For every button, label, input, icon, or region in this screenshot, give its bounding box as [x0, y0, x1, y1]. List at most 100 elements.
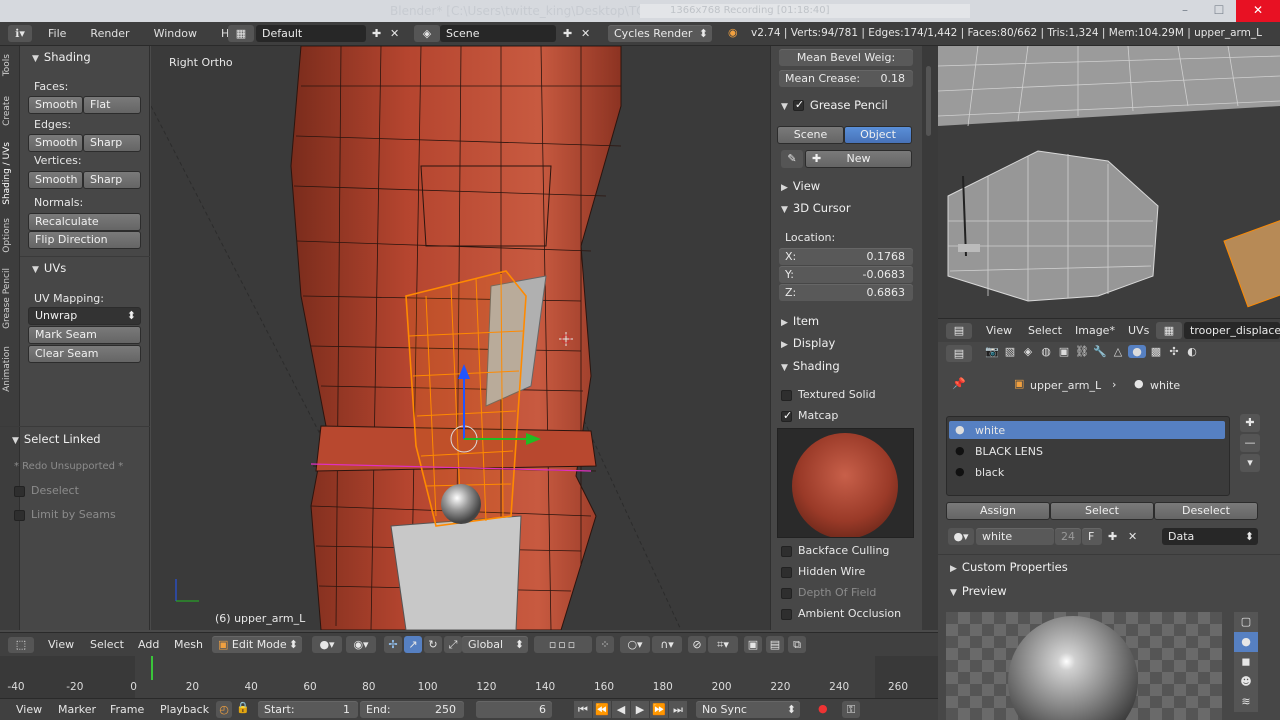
snap-element-icon[interactable]: ⌗▾	[708, 636, 738, 653]
jump-start-icon[interactable]: ⏮	[574, 701, 592, 718]
scene-tab-icon[interactable]: ◈	[1020, 345, 1036, 358]
edges-smooth-button[interactable]: Smooth	[28, 134, 83, 152]
depth-of-field-option[interactable]: Depth Of Field	[781, 586, 876, 599]
snap-toggle-icon[interactable]: ⊘	[688, 636, 706, 653]
start-frame-field[interactable]: Start: 1	[258, 701, 358, 718]
item-panel-header[interactable]: ▶ Item	[781, 314, 819, 328]
remove-scene-icon[interactable]: ✕	[581, 27, 590, 40]
vp-menu-mesh[interactable]: Mesh	[174, 638, 203, 651]
unlink-material-icon[interactable]: ✕	[1128, 530, 1137, 543]
shading-panel-header-n[interactable]: ▼ Shading	[781, 359, 840, 373]
viewport-editor-type-icon[interactable]: ⬚	[8, 637, 34, 653]
preview-range-icon[interactable]: ◴	[216, 701, 232, 718]
rotate-icon[interactable]: ↻	[424, 636, 442, 653]
limit-by-seams-option[interactable]: Limit by Seams	[14, 508, 116, 521]
gp-new-button[interactable]: ✚ New	[805, 150, 912, 168]
custom-properties-header[interactable]: ▶ Custom Properties	[950, 560, 1068, 574]
tab-options[interactable]: Options	[2, 218, 12, 253]
unwrap-menu-button[interactable]: Unwrap ⬍	[28, 307, 141, 325]
preview-cube-icon[interactable]: ◼	[1234, 652, 1258, 672]
screen-layout-icon[interactable]: ▦	[228, 25, 254, 42]
add-layout-icon[interactable]: ✚	[372, 27, 381, 40]
proportional-edit-icon[interactable]: ○▾	[620, 636, 650, 653]
pivot-icon[interactable]: ◉▾	[346, 636, 376, 653]
flip-direction-button[interactable]: Flip Direction	[28, 231, 141, 249]
copy-icon[interactable]: ⧉	[788, 636, 806, 653]
uv-menu-image[interactable]: Image*	[1075, 324, 1115, 337]
fake-user-toggle[interactable]: F	[1082, 528, 1102, 545]
gp-scene-button[interactable]: Scene	[777, 126, 844, 144]
sync-select[interactable]: No Sync ⬍	[696, 701, 800, 718]
layers-icon[interactable]: ▫▫▫	[534, 636, 592, 653]
link-select[interactable]: Data ⬍	[1162, 528, 1258, 545]
opengl-render-icon[interactable]: ▣	[744, 636, 762, 653]
tab-shading-uvs[interactable]: Shading / UVs	[2, 142, 12, 205]
data-tab-icon[interactable]: △	[1110, 345, 1126, 358]
scene-icon[interactable]: ◈	[414, 25, 440, 42]
mean-bevel-field[interactable]: Mean Bevel Weig: 0.00	[779, 49, 913, 81]
textured-solid-option[interactable]: Textured Solid	[781, 388, 876, 401]
pin-icon[interactable]: 📌	[952, 377, 966, 390]
close-button[interactable]: ✕	[1236, 0, 1280, 22]
grease-pencil-panel-header[interactable]: ▼Grease Pencil	[781, 98, 888, 112]
material-name-field[interactable]: white	[976, 528, 1054, 545]
orientation-select[interactable]: Global ⬍	[462, 636, 528, 653]
add-slot-icon[interactable]: ✚	[1240, 414, 1260, 432]
uv-editor-type-icon[interactable]: ▤	[946, 323, 972, 339]
deselect-option[interactable]: Deselect	[14, 484, 79, 497]
lock-icon[interactable]: 🔒	[236, 701, 250, 714]
preview-sphere-icon[interactable]: ●	[1234, 632, 1258, 652]
falloff-icon[interactable]: ∩▾	[652, 636, 682, 653]
record-icon[interactable]: ●	[818, 702, 828, 715]
clear-seam-button[interactable]: Clear Seam	[28, 345, 141, 363]
world-tab-icon[interactable]: ◍	[1038, 345, 1054, 358]
material-tab-icon[interactable]: ●	[1128, 345, 1146, 358]
material-slot-list[interactable]: ● white ● BLACK LENS ● black	[946, 416, 1230, 496]
timeline[interactable]: -40 -20 0 20 40 60 80 100 120 140 160 180 200 220 240 2…	[0, 656, 938, 698]
preview-panel-header[interactable]: ▼ Preview	[950, 584, 1007, 598]
tab-create[interactable]: Create	[2, 96, 12, 126]
play-reverse-icon[interactable]: ◀	[612, 701, 630, 718]
tab-animation[interactable]: Animation	[2, 346, 12, 392]
render-engine-select[interactable]: Cycles Render ⬍	[608, 25, 712, 42]
3d-viewport[interactable]: Right Ortho (6) upper_arm_L	[151, 46, 770, 630]
playhead[interactable]	[151, 656, 154, 680]
uvs-panel-header[interactable]: ▼ UVs	[32, 261, 66, 275]
select-button[interactable]: Select	[1050, 502, 1154, 520]
prev-keyframe-icon[interactable]: ⏪	[593, 701, 611, 718]
preview-flat-icon[interactable]: ▢	[1234, 612, 1258, 632]
area-splitter[interactable]	[922, 46, 938, 630]
vertex-select-icon[interactable]: ⁘	[596, 636, 614, 653]
scale-icon[interactable]: ⤢	[444, 636, 462, 653]
shading-panel-header[interactable]: ▼ Shading	[32, 50, 91, 64]
new-material-icon[interactable]: ✚	[1108, 530, 1117, 543]
menu-window[interactable]: Window	[154, 27, 197, 40]
shading-mode-icon[interactable]: ●▾	[312, 636, 342, 653]
constraints-tab-icon[interactable]: ⛓	[1074, 345, 1090, 358]
tl-menu-view[interactable]: View	[16, 703, 42, 716]
material-slot-white[interactable]: ● white	[949, 421, 1225, 439]
uv-image-editor[interactable]	[938, 46, 1280, 318]
add-scene-icon[interactable]: ✚	[563, 27, 572, 40]
remove-slot-icon[interactable]: —	[1240, 434, 1260, 452]
pencil-icon[interactable]: ✎	[781, 150, 803, 168]
material-users-count[interactable]: 24	[1055, 528, 1081, 545]
remove-layout-icon[interactable]: ✕	[390, 27, 399, 40]
texture-tab-icon[interactable]: ▩	[1148, 345, 1164, 358]
next-keyframe-icon[interactable]: ⏩	[650, 701, 668, 718]
tl-menu-marker[interactable]: Marker	[58, 703, 96, 716]
gp-object-button[interactable]: Object	[844, 126, 912, 144]
material-slot-black-lens[interactable]: ● BLACK LENS	[949, 442, 1225, 460]
object-tab-icon[interactable]: ▣	[1056, 345, 1072, 358]
cursor-x-field[interactable]: X: 0.1768	[779, 248, 913, 265]
operator-panel-header[interactable]: ▼ Select Linked	[12, 432, 101, 446]
jump-end-icon[interactable]: ⏭	[669, 701, 687, 718]
vp-menu-view[interactable]: View	[48, 638, 74, 651]
vertices-smooth-button[interactable]: Smooth	[28, 171, 83, 189]
opengl-anim-icon[interactable]: ▤	[766, 636, 784, 653]
material-slot-black[interactable]: ● black	[949, 463, 1225, 481]
uv-menu-uvs[interactable]: UVs	[1128, 324, 1149, 337]
layout-field[interactable]: Default	[256, 25, 366, 42]
cursor-z-field[interactable]: Z: 0.6863	[779, 284, 913, 301]
menu-file[interactable]: File	[48, 27, 66, 40]
